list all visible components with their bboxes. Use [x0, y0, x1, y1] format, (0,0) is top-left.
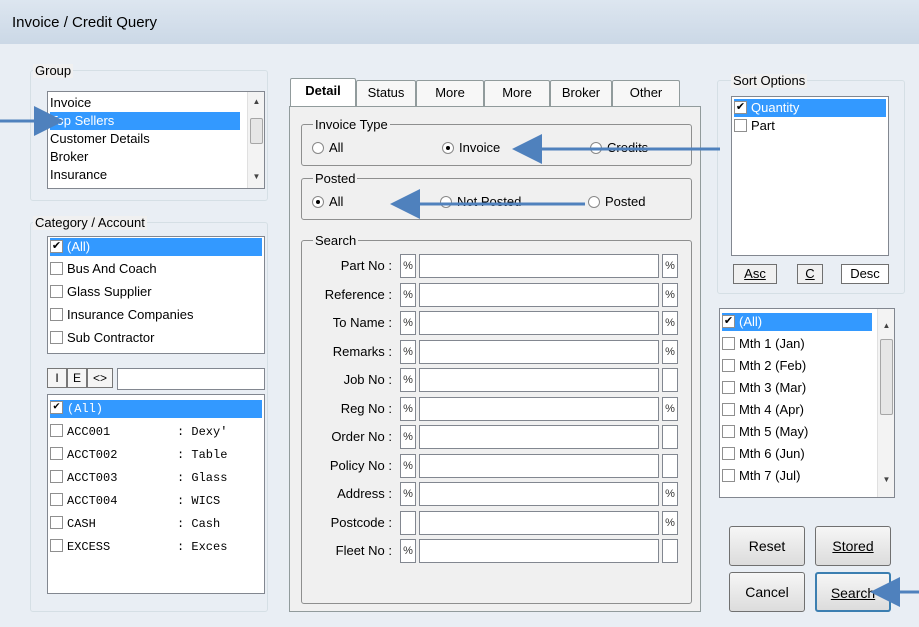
query-window: Invoice / Credit Query Group Invoice Top… [0, 0, 919, 627]
tab-detail[interactable]: Detail [290, 78, 356, 106]
annotation-arrows [0, 106, 919, 607]
